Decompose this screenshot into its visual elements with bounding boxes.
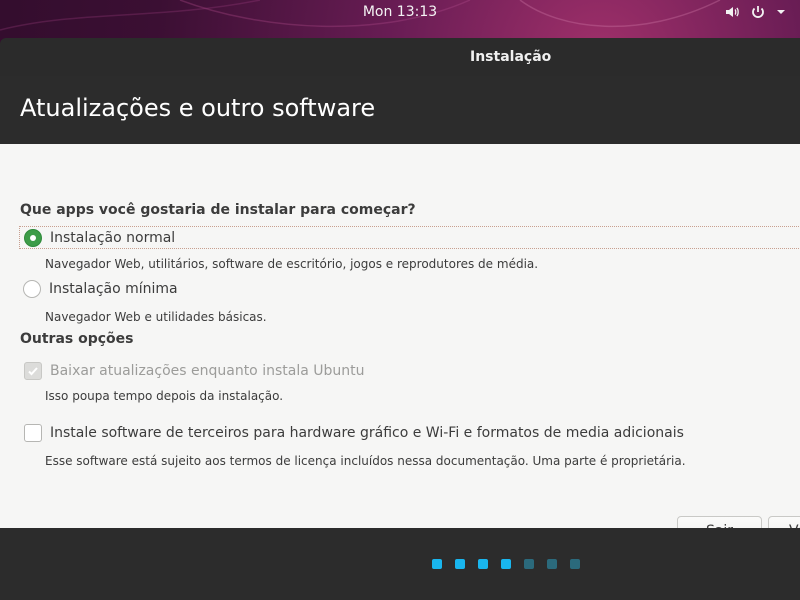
radio-unchecked-icon[interactable] xyxy=(23,280,41,298)
step-dot xyxy=(547,559,557,569)
window-title: Instalação xyxy=(470,49,552,65)
installer-window: Instalação Atualizações e outro software… xyxy=(0,38,800,600)
page-title: Atualizações e outro software xyxy=(20,94,376,122)
radio-checked-icon[interactable] xyxy=(24,228,42,247)
progress-area xyxy=(0,528,800,600)
download-updates-label: Baixar atualizações enquanto instala Ubu… xyxy=(50,363,365,379)
minimal-install-label[interactable]: Instalação mínima xyxy=(49,281,178,297)
download-updates-checkbox: Baixar atualizações enquanto instala Ubu… xyxy=(24,362,364,380)
third-party-checkbox[interactable]: Instale software de terceiros para hardw… xyxy=(24,424,684,442)
main-content: Que apps você gostaria de instalar para … xyxy=(0,144,800,546)
step-dot xyxy=(501,559,511,569)
step-dot xyxy=(432,559,442,569)
question-heading: Que apps você gostaria de instalar para … xyxy=(20,202,416,218)
minimal-install-description: Navegador Web e utilidades básicas. xyxy=(45,310,267,324)
normal-install-radio[interactable]: Instalação normal xyxy=(19,226,800,249)
step-dot xyxy=(570,559,580,569)
clock[interactable]: Mon 13:13 xyxy=(0,4,800,20)
third-party-label[interactable]: Instale software de terceiros para hardw… xyxy=(50,425,684,441)
checkmark-icon xyxy=(24,362,42,380)
normal-install-label[interactable]: Instalação normal xyxy=(50,230,175,246)
chevron-down-icon[interactable] xyxy=(776,4,786,24)
system-tray[interactable] xyxy=(724,4,786,24)
download-updates-description: Isso poupa tempo depois da instalação. xyxy=(45,389,284,403)
step-dot xyxy=(478,559,488,569)
third-party-description: Esse software está sujeito aos termos de… xyxy=(45,454,686,468)
step-dot xyxy=(524,559,534,569)
minimal-install-radio[interactable]: Instalação mínima xyxy=(23,280,178,298)
other-options-heading: Outras opções xyxy=(20,331,134,347)
page-header: Atualizações e outro software xyxy=(0,76,800,144)
volume-icon[interactable] xyxy=(724,4,740,24)
window-titlebar[interactable]: Instalação xyxy=(0,38,800,76)
power-icon[interactable] xyxy=(750,4,766,24)
checkbox-icon[interactable] xyxy=(24,424,42,442)
normal-install-description: Navegador Web, utilitários, software de … xyxy=(45,257,539,271)
top-bar: Mon 13:13 xyxy=(0,0,800,27)
step-progress-dots xyxy=(432,559,580,569)
step-dot xyxy=(455,559,465,569)
